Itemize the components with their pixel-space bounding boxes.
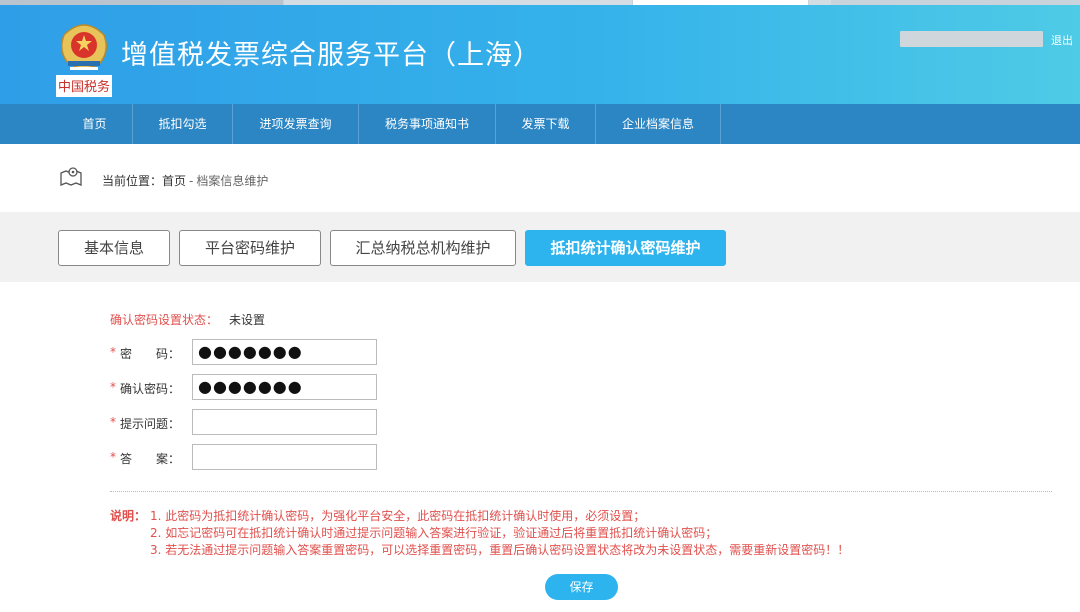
breadcrumb-label: 当前位置： <box>102 174 163 188</box>
breadcrumb-separator: - <box>189 174 194 188</box>
status-value: 未设置 <box>229 313 266 327</box>
password-label: 密 码： <box>120 347 181 361</box>
location-map-icon <box>60 167 82 186</box>
answer-input[interactable] <box>192 444 377 470</box>
main-nav: 首页 抵扣勾选 进项发票查询 税务事项通知书 发票下载 企业档案信息 <box>0 104 1080 144</box>
required-mark: * <box>110 450 116 464</box>
nav-item-deduction-check[interactable]: 抵扣勾选 <box>133 104 233 144</box>
note-item: 3. 若无法通过提示问题输入答案重置密码，可以选择重置密码，重置后确认密码设置状… <box>150 543 850 557</box>
breadcrumb: 当前位置：首页 - 档案信息维护 <box>0 144 1080 212</box>
tab-platform-password[interactable]: 平台密码维护 <box>179 230 321 266</box>
required-mark: * <box>110 345 116 359</box>
tab-bar: 基本信息 平台密码维护 汇总纳税总机构维护 抵扣统计确认密码维护 <box>0 212 1080 282</box>
nav-item-invoice-download[interactable]: 发票下载 <box>496 104 596 144</box>
hint-question-label: 提示问题： <box>120 417 181 431</box>
notes-title: 说明： <box>110 509 147 523</box>
site-header: 中国税务 增值税发票综合服务平台（上海） 退出 <box>0 5 1080 104</box>
site-title: 增值税发票综合服务平台（上海） <box>121 40 541 71</box>
user-name-redacted <box>900 31 1043 47</box>
nav-item-company-profile[interactable]: 企业档案信息 <box>596 104 721 144</box>
required-mark: * <box>110 380 116 394</box>
divider <box>110 491 1052 492</box>
logout-link[interactable]: 退出 <box>1051 32 1073 48</box>
status-label: 确认密码设置状态： <box>110 313 219 327</box>
nav-item-tax-notice[interactable]: 税务事项通知书 <box>359 104 496 144</box>
tab-consolidated-tax-org[interactable]: 汇总纳税总机构维护 <box>330 230 516 266</box>
breadcrumb-home-link[interactable]: 首页 <box>162 174 186 188</box>
answer-label: 答 案： <box>120 452 181 466</box>
required-mark: * <box>110 415 116 429</box>
note-item: 2. 如忘记密码可在抵扣统计确认时通过提示问题输入答案进行验证，验证通过后将重置… <box>150 526 718 540</box>
confirm-password-input[interactable]: ●●●●●●● <box>192 374 377 400</box>
tab-basic-info[interactable]: 基本信息 <box>58 230 170 266</box>
tab-deduction-confirm-password[interactable]: 抵扣统计确认密码维护 <box>525 230 726 266</box>
breadcrumb-current: 档案信息维护 <box>196 174 269 188</box>
hint-question-input[interactable] <box>192 409 377 435</box>
password-input[interactable]: ●●●●●●● <box>192 339 377 365</box>
confirm-password-label: 确认密码： <box>120 382 181 396</box>
note-item: 1. 此密码为抵扣统计确认密码，为强化平台安全，此密码在抵扣统计确认时使用，必须… <box>150 509 646 523</box>
save-button[interactable]: 保存 <box>545 574 618 600</box>
nav-item-home[interactable]: 首页 <box>57 104 133 144</box>
password-form: 确认密码设置状态： 未设置 * 密 码： ●●●●●●● * 确认密码： ●●●… <box>0 282 1080 612</box>
logo-text: 中国税务 <box>58 79 110 95</box>
nav-item-input-invoice-query[interactable]: 进项发票查询 <box>233 104 359 144</box>
tax-emblem-icon: 中国税务 <box>56 24 112 97</box>
